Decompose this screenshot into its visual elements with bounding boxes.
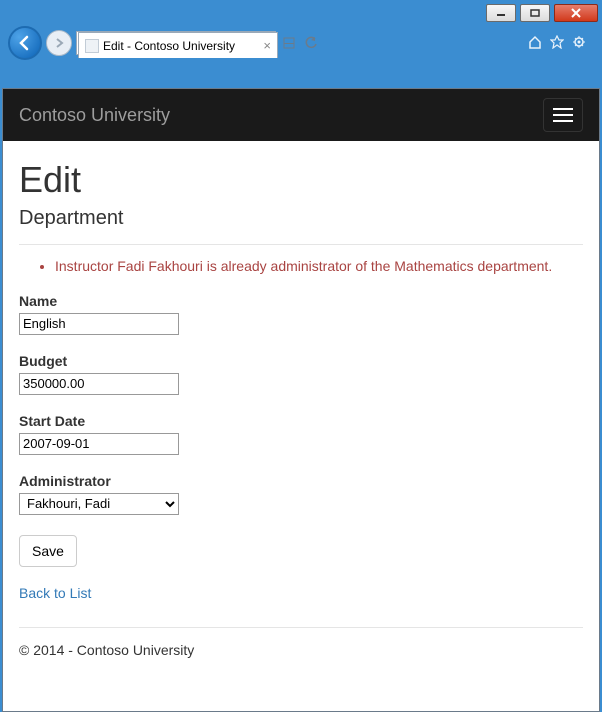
tab-title: Edit - Contoso University (103, 39, 235, 53)
field-administrator: Administrator Fakhouri, Fadi (19, 473, 583, 515)
window-titlebar (2, 2, 600, 26)
footer-divider (19, 627, 583, 628)
nav-back-button[interactable] (8, 26, 42, 60)
save-button[interactable]: Save (19, 535, 77, 567)
field-budget: Budget (19, 353, 583, 395)
maximize-icon (530, 9, 540, 17)
startdate-label: Start Date (19, 413, 583, 429)
home-icon[interactable] (528, 35, 542, 52)
page-content: Edit Department Instructor Fadi Fakhouri… (3, 141, 599, 668)
compat-view-icon[interactable] (280, 34, 298, 52)
budget-input[interactable] (19, 373, 179, 395)
validation-summary: Instructor Fadi Fakhouri is already admi… (19, 257, 583, 277)
name-label: Name (19, 293, 583, 309)
page-title: Edit (19, 159, 583, 201)
brand-text: Contoso University (19, 105, 170, 126)
page-icon (85, 39, 99, 53)
menu-toggle-button[interactable] (543, 98, 583, 132)
favorites-icon[interactable] (550, 35, 564, 52)
browser-window: http://localhost:16: Edit - C (0, 0, 602, 691)
tab-strip: Edit - Contoso University × (2, 60, 600, 88)
footer-text: © 2014 - Contoso University (19, 642, 583, 658)
window-minimize-button[interactable] (486, 4, 516, 22)
administrator-select[interactable]: Fakhouri, Fadi (19, 493, 179, 515)
divider (19, 244, 583, 245)
page-viewport: Contoso University Edit Department Instr… (2, 88, 600, 712)
field-startdate: Start Date (19, 413, 583, 455)
minimize-icon (496, 9, 506, 17)
back-to-list-link[interactable]: Back to List (19, 585, 91, 601)
browser-tools (528, 30, 594, 56)
field-name: Name (19, 293, 583, 335)
administrator-label: Administrator (19, 473, 583, 489)
nav-forward-button[interactable] (46, 30, 72, 56)
tab-close-button[interactable]: × (263, 38, 271, 53)
arrow-left-icon (16, 34, 34, 52)
tools-icon[interactable] (572, 35, 586, 52)
app-navbar: Contoso University (3, 89, 599, 141)
budget-label: Budget (19, 353, 583, 369)
close-icon (570, 8, 582, 18)
startdate-input[interactable] (19, 433, 179, 455)
validation-error: Instructor Fadi Fakhouri is already admi… (55, 257, 583, 277)
name-input[interactable] (19, 313, 179, 335)
hamburger-icon (553, 108, 573, 110)
refresh-button[interactable] (302, 34, 320, 52)
window-close-button[interactable] (554, 4, 598, 22)
window-maximize-button[interactable] (520, 4, 550, 22)
arrow-right-icon (53, 37, 65, 49)
page-subtitle: Department (19, 207, 583, 230)
browser-tab[interactable]: Edit - Contoso University × (78, 32, 278, 58)
